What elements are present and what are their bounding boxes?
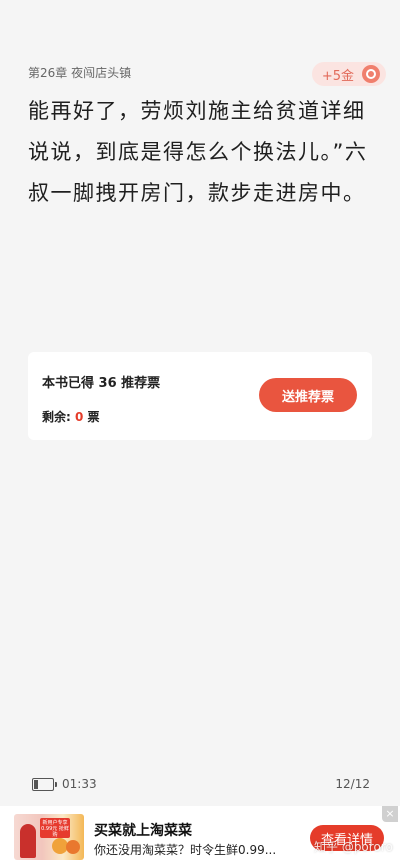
remaining-value: 0 — [75, 410, 84, 424]
send-vote-button[interactable]: 送推荐票 — [259, 378, 357, 412]
ad-image-person — [20, 824, 36, 858]
clock-time: 01:33 — [62, 777, 97, 791]
ad-image-fruit — [66, 840, 80, 854]
chapter-title: 第26章 夜闯店头镇 — [28, 66, 132, 80]
ad-description[interactable]: 你还没用淘菜菜？时令生鲜0.99... — [94, 841, 294, 858]
recommend-vote-card: 本书已得 36 推荐票 剩余: 0 票 送推荐票 — [28, 352, 372, 440]
reader-status-bar: 01:33 12/12 — [30, 777, 370, 793]
remaining-label: 剩余: — [42, 410, 71, 424]
battery-icon — [32, 778, 57, 791]
chapter-content: 能再好了，劳烦刘施主给贫道详细说说，到底是得怎么个换法儿。”六叔一脚拽开房门，款… — [28, 99, 368, 205]
remaining-unit: 票 — [87, 410, 100, 424]
ad-close-icon[interactable]: × — [382, 806, 398, 822]
page-indicator: 12/12 — [335, 777, 370, 791]
watermark: 知乎 @pororo — [314, 840, 393, 854]
coin-reward-text: +5金 — [321, 68, 354, 84]
ad-banner[interactable]: 新用户专享 0.99元 抢鲜购 买菜就上淘菜菜 你还没用淘菜菜？时令生鲜0.99… — [0, 806, 400, 866]
battery-level-fill — [34, 780, 38, 789]
vote-count-text: 本书已得 36 推荐票 — [42, 376, 161, 391]
gold-coin-icon — [362, 65, 380, 83]
ad-image[interactable]: 新用户专享 0.99元 抢鲜购 — [14, 814, 84, 860]
ad-title[interactable]: 买菜就上淘菜菜 — [94, 820, 192, 840]
coin-reward-badge[interactable]: +5金 — [311, 62, 386, 86]
remaining-votes: 剩余: 0 票 — [42, 408, 100, 425]
ad-image-promo: 新用户专享 0.99元 抢鲜购 — [40, 818, 70, 838]
